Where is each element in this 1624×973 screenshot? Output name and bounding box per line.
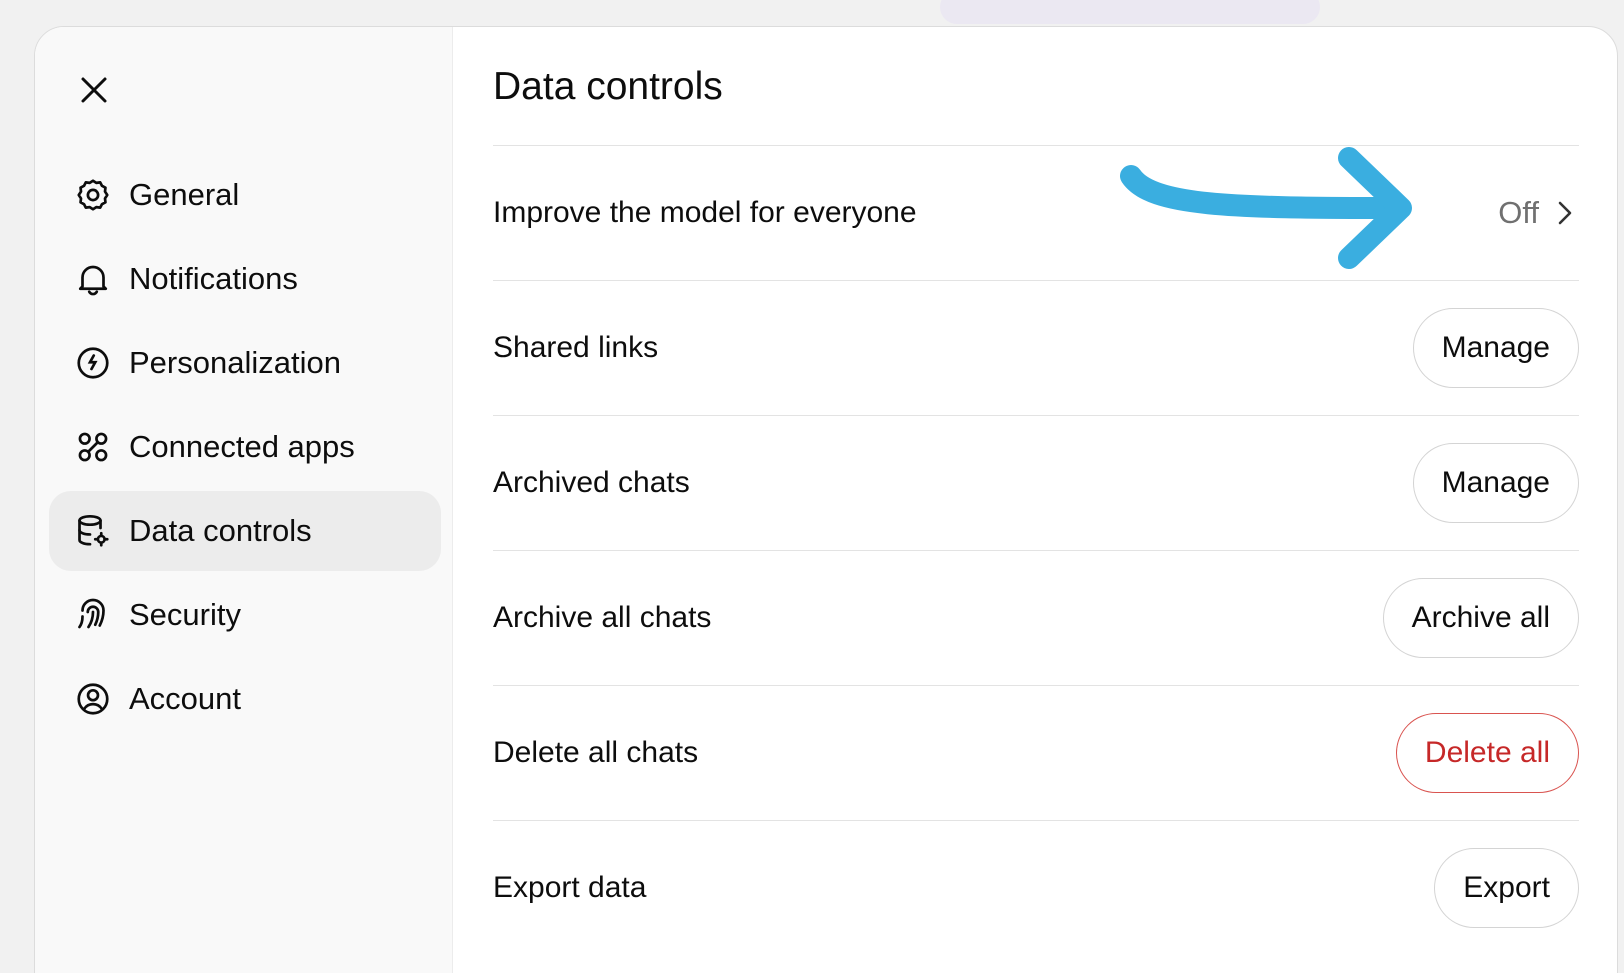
setting-label: Archived chats (493, 466, 690, 499)
sidebar-item-label: Security (129, 597, 241, 632)
setting-label: Export data (493, 871, 647, 904)
bell-icon (73, 259, 113, 299)
sidebar-item-label: Notifications (129, 261, 298, 296)
export-button[interactable]: Export (1434, 848, 1579, 928)
manage-shared-links-button[interactable]: Manage (1412, 308, 1579, 388)
background-shape (940, 0, 1320, 24)
improve-model-toggle-link[interactable]: Off (1498, 195, 1573, 231)
status-value: Off (1498, 195, 1539, 230)
manage-archived-chats-button[interactable]: Manage (1412, 443, 1579, 523)
chevron-right-icon (1558, 201, 1572, 225)
setting-row-delete-all: Delete all chats Delete all (493, 685, 1579, 820)
sidebar-item-notifications[interactable]: Notifications (49, 239, 441, 319)
apps-icon (73, 427, 113, 467)
setting-label: Improve the model for everyone (493, 196, 917, 229)
close-button[interactable] (73, 69, 115, 111)
database-gear-icon (73, 511, 113, 551)
close-icon (81, 77, 107, 103)
personalization-icon (73, 343, 113, 383)
settings-modal: General Notifications Personalization Co… (34, 26, 1618, 973)
screen: General Notifications Personalization Co… (0, 0, 1624, 973)
sidebar-item-data-controls[interactable]: Data controls (49, 491, 441, 571)
archive-all-button[interactable]: Archive all (1382, 578, 1579, 658)
gear-icon (73, 175, 113, 215)
annotation-arrow-icon (1120, 147, 1412, 269)
sidebar-item-label: Data controls (129, 513, 312, 548)
setting-row-archive-all: Archive all chats Archive all (493, 550, 1579, 685)
settings-sidebar: General Notifications Personalization Co… (35, 27, 453, 973)
setting-row-archived-chats: Archived chats Manage (493, 415, 1579, 550)
page-title: Data controls (493, 65, 723, 108)
sidebar-item-label: Connected apps (129, 429, 355, 464)
sidebar-item-personalization[interactable]: Personalization (49, 323, 441, 403)
setting-label: Delete all chats (493, 736, 699, 769)
setting-row-improve-model: Improve the model for everyone Off (493, 145, 1579, 280)
sidebar-item-label: Personalization (129, 345, 341, 380)
user-circle-icon (73, 679, 113, 719)
fingerprint-icon (73, 595, 113, 635)
sidebar-item-label: General (129, 177, 240, 212)
sidebar-item-security[interactable]: Security (49, 575, 441, 655)
settings-nav: General Notifications Personalization Co… (49, 155, 441, 743)
setting-label: Archive all chats (493, 601, 712, 634)
sidebar-item-label: Account (129, 681, 242, 716)
setting-row-shared-links: Shared links Manage (493, 280, 1579, 415)
sidebar-item-general[interactable]: General (49, 155, 441, 235)
setting-row-export-data: Export data Export (493, 820, 1579, 955)
setting-label: Shared links (493, 331, 659, 364)
settings-list: Improve the model for everyone Off Share… (493, 145, 1579, 955)
settings-content: Data controls Improve the model for ever… (453, 27, 1617, 973)
sidebar-item-account[interactable]: Account (49, 659, 441, 739)
delete-all-button[interactable]: Delete all (1395, 713, 1579, 793)
sidebar-item-connected-apps[interactable]: Connected apps (49, 407, 441, 487)
